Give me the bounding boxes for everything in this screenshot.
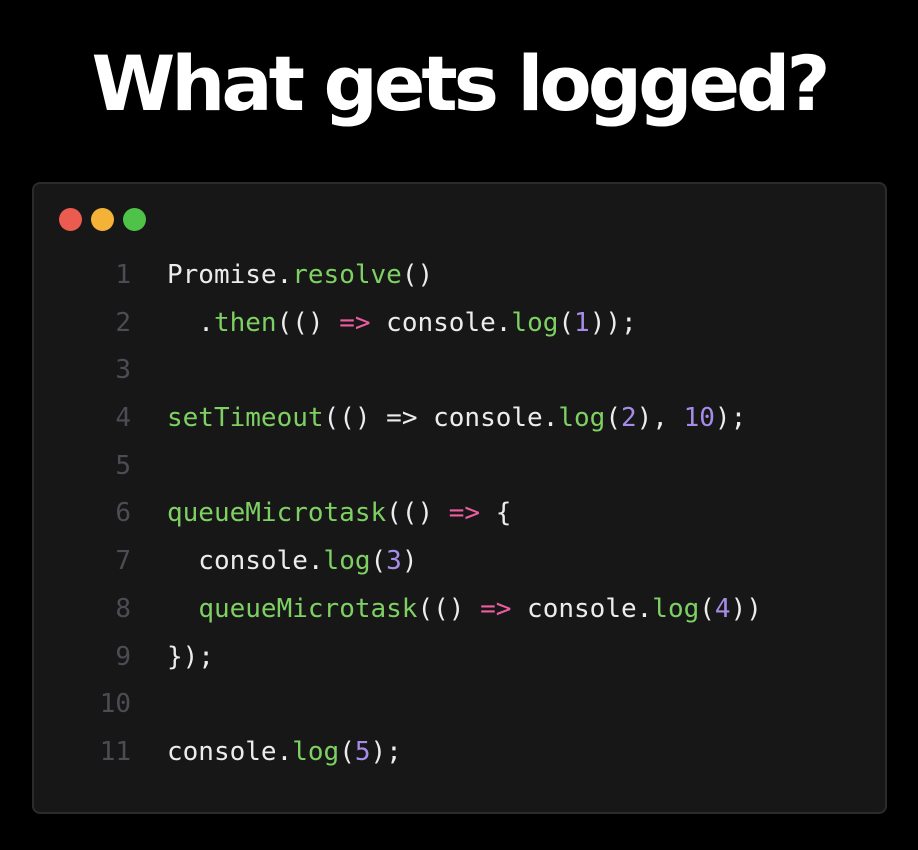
code-text: .then(() => console.log(1)); [167, 300, 637, 348]
code-token: ( [699, 593, 715, 624]
code-token: => [339, 307, 371, 338]
code-text: queueMicrotask(() => console.log(4)) [167, 586, 762, 634]
code-block: 1 Promise.resolve() 2 .then(() => console.… [34, 252, 885, 777]
code-token: resolve [292, 260, 402, 290]
code-line: 4 setTimeout(() => console.log(2), 10); [34, 395, 885, 443]
code-token: log [323, 546, 371, 577]
code-line: 6 queueMicrotask(() => { [34, 490, 885, 538]
code-token: log [292, 736, 340, 767]
line-number: 2 [115, 307, 131, 338]
code-token: ) [401, 546, 418, 577]
code-line: 10 [34, 681, 885, 729]
code-line: 7 console.log(3) [34, 538, 885, 586]
line-number: 11 [99, 736, 131, 767]
code-token: => [480, 593, 512, 624]
page-title: What gets logged? [91, 39, 830, 128]
code-token: ( [370, 546, 387, 577]
code-line: 11 console.log(5); [34, 729, 885, 777]
code-token: ); [714, 403, 747, 434]
code-token: console. [167, 736, 293, 767]
code-token: 1 [574, 307, 590, 338]
maximize-dot-icon[interactable] [123, 208, 146, 231]
line-number: 8 [115, 593, 131, 624]
line-number: 7 [115, 546, 131, 577]
code-token: queueMicrotask [167, 498, 387, 529]
code-token: ( [605, 403, 621, 434]
code-token: (() [417, 593, 481, 624]
line-number: 10 [99, 689, 131, 720]
code-token: ( [558, 307, 575, 338]
code-token: 3 [386, 546, 402, 577]
code-line: 8 queueMicrotask(() => console.log(4)) [34, 586, 885, 634]
code-token: queueMicrotask [198, 593, 418, 624]
code-token: console. [167, 546, 324, 577]
code-token: )); [589, 307, 637, 338]
code-text: Promise.resolve() [167, 252, 433, 300]
code-token: (() [386, 498, 449, 529]
code-line: 5 [34, 443, 885, 491]
code-token: => [448, 498, 481, 529]
code-text: console.log(5); [167, 729, 402, 777]
code-token: }); [167, 641, 214, 672]
code-token: ( [339, 736, 355, 767]
code-token: log [511, 307, 559, 338]
code-text: setTimeout(() => console.log(2), 10); [167, 395, 746, 443]
code-line: 1 Promise.resolve() [34, 252, 885, 300]
code-token: { [480, 498, 512, 529]
code-token: 10 [683, 403, 715, 434]
code-token: 4 [714, 593, 731, 624]
code-token: ), [636, 403, 684, 434]
code-token: console. [511, 593, 653, 624]
code-token: . [167, 307, 214, 338]
code-line: 9}); [34, 634, 885, 682]
code-text: console.log(3) [167, 538, 417, 586]
code-token: )) [730, 593, 762, 624]
code-window: 1 Promise.resolve() 2 .then(() => console.… [32, 182, 887, 814]
code-line: 2 .then(() => console.log(1)); [34, 300, 885, 348]
minimize-dot-icon[interactable] [91, 208, 114, 231]
line-number: 1 [115, 260, 131, 290]
code-token: (() [276, 307, 340, 338]
code-token: setTimeout [167, 403, 324, 434]
code-token: () [401, 260, 434, 290]
line-number: 5 [115, 450, 131, 481]
code-line: 3 [34, 347, 885, 395]
line-number: 9 [115, 641, 131, 672]
close-dot-icon[interactable] [59, 208, 82, 231]
code-token: (() => console. [323, 403, 559, 434]
code-text: }); [167, 634, 214, 682]
code-token: log [558, 403, 606, 434]
line-number: 3 [115, 355, 131, 386]
code-token: console. [370, 307, 512, 338]
code-token: ); [370, 736, 402, 767]
code-token: 5 [354, 736, 371, 767]
line-number: 6 [115, 498, 131, 529]
code-text: queueMicrotask(() => { [167, 490, 511, 538]
code-token: log [652, 593, 700, 624]
line-number: 4 [115, 403, 131, 434]
code-token: Promise. [167, 260, 293, 290]
code-token: 2 [620, 403, 637, 434]
code-token: then [213, 307, 277, 338]
